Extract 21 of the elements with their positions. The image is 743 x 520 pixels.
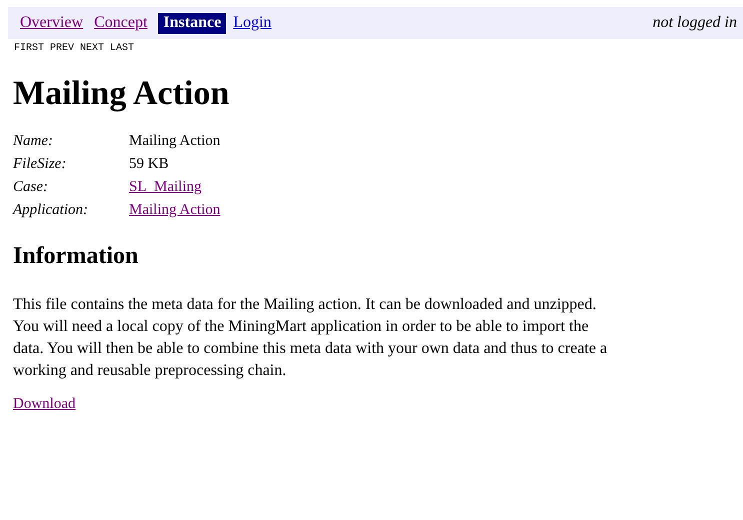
page-title: Mailing Action (13, 75, 230, 113)
pager-link[interactable]: NEXT (80, 43, 104, 54)
property-label: Application: (13, 202, 89, 219)
pager-link[interactable]: FIRST (14, 43, 44, 54)
download-link[interactable]: Download (13, 396, 76, 413)
property-link[interactable]: SL_Mailing (129, 179, 202, 196)
nav-link[interactable]: Overview (20, 12, 88, 34)
property-link[interactable]: Mailing Action (129, 202, 220, 219)
description-text: This file contains the meta data for the Mailing action. It can be downloaded and unzipped. You will need a local copy of the MiningMart application in order to be able to import the data. You will then be able to combine this meta data with your own data and thus to create a working and reusable preprocessing chain. (13, 295, 608, 381)
property-value: 59 KB (129, 156, 169, 173)
property-label: FileSize: (13, 156, 68, 173)
nav-link[interactable]: Instance (158, 12, 226, 34)
section-heading: Information (13, 243, 140, 270)
login-status: not logged in (652, 14, 737, 32)
property-value: Mailing Action (129, 133, 220, 150)
property-label: Case: (13, 179, 49, 196)
nav-link[interactable]: Login (233, 12, 276, 34)
pager-link[interactable]: LAST (110, 43, 134, 54)
nav-link[interactable]: Concept (94, 12, 152, 34)
property-label: Name: (13, 133, 54, 150)
pager-link[interactable]: PREV (50, 43, 74, 54)
